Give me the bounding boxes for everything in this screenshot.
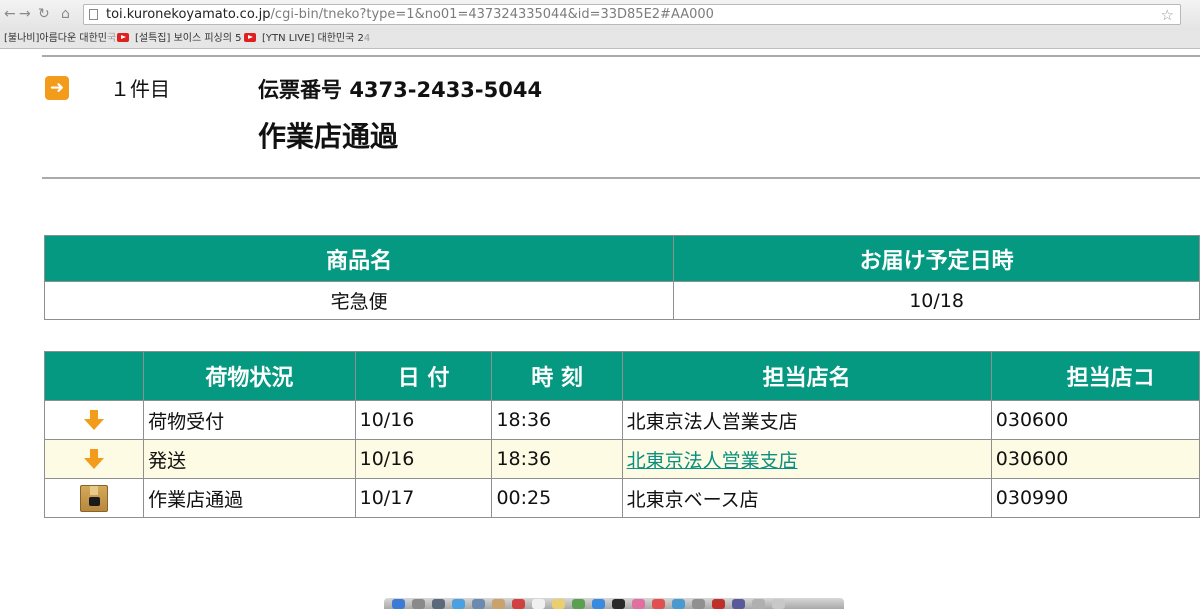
itunes-icon[interactable] [632,599,645,609]
table-row: 作業店通過 10/17 00:25 北東京ベース店 030990 [43,478,1200,518]
row-time: 18:36 [491,400,623,440]
row-store-code: 030600 [990,400,1200,440]
row-store-code: 030600 [990,439,1200,479]
notes-icon[interactable] [532,599,545,609]
calendar-icon[interactable] [512,599,525,609]
top-divider [42,55,1200,57]
mail-icon[interactable] [472,599,485,609]
mid-divider [42,177,1200,179]
row-icon-cell [43,478,145,518]
bookmark-item[interactable]: [YTN LIVE] 대한민국 24 [244,32,370,45]
mission-control-icon[interactable] [432,599,445,609]
row-store: 北東京ベース店 [621,478,992,518]
bookmark-star-icon[interactable]: ☆ [1161,6,1174,24]
photo-booth-icon[interactable] [612,599,625,609]
row-date: 10/17 [354,478,493,518]
dock [384,598,844,609]
youtube-icon [244,33,256,42]
bookmark-label: [불나비]아름다운 대한민 [4,33,107,44]
home-icon[interactable]: ⌂ [61,6,70,22]
facetime-icon[interactable] [592,599,605,609]
package-box-icon [80,484,109,512]
address-bar[interactable]: toi.kuronekoyamato.co.jp/cgi-bin/tneko?t… [83,4,1181,25]
header-status: 荷物状況 [143,351,356,401]
slip-number: 4373-2433-5044 [349,78,543,102]
delivery-date: 10/18 [673,281,1200,320]
bookmark-item[interactable]: [불나비]아름다운 대한민국 [4,32,116,45]
header-store-code: 担当店コ [990,351,1200,401]
finder-icon[interactable] [392,599,405,609]
row-status: 荷物受付 [143,400,356,440]
youtube-icon [117,33,129,42]
ibooks-icon[interactable] [652,599,665,609]
table-row: 荷物受付 10/16 18:36 北東京法人営業支店 030600 [43,400,1200,440]
row-date: 10/16 [354,400,493,440]
url-path: /cgi-bin/tneko?type=1&no01=437324335044&… [270,7,714,22]
row-icon-cell [43,400,145,440]
browser-toolbar: ← → ↻ ⌂ toi.kuronekoyamato.co.jp/cgi-bin… [0,0,1200,31]
header-time: 時 刻 [491,351,623,401]
reload-icon[interactable]: ↻ [38,6,50,22]
row-store-cell: 北東京法人営業支店 [621,439,992,479]
messages-icon[interactable] [572,599,585,609]
row-icon-cell [43,439,145,479]
launchpad-icon[interactable] [412,599,425,609]
forward-arrow-icon[interactable]: → [19,6,31,22]
bookmark-label-fade: 4 [363,33,371,44]
slip-label: 伝票番号 [258,78,342,102]
summary-header-row: 商品名 お届け予定日時 [43,235,1200,282]
app-icon[interactable] [732,599,745,609]
bookmark-label: [YTN LIVE] 대한민국 2 [262,33,364,44]
url-host: toi.kuronekoyamato.co.jp [106,7,271,22]
status-header-row: 荷物状況 日 付 時 刻 担当店名 担当店コ [43,351,1200,401]
header-delivery-date: お届け予定日時 [673,235,1200,282]
stickies-icon[interactable] [552,599,565,609]
bookmark-label: [설특집] 보이스 피싱의 5 [135,33,242,44]
slip-number-line: 伝票番号 4373-2433-5044 [258,76,542,104]
bookmark-label-fade: 국 [106,33,117,44]
page-icon [89,9,98,20]
header-icon [43,351,145,401]
right-arrow-icon: ➜ [45,76,69,100]
store-link[interactable]: 北東京法人営業支店 [627,450,798,472]
row-status: 作業店通過 [143,478,356,518]
trash-icon[interactable] [772,599,785,609]
row-store-code: 030990 [990,478,1200,518]
back-arrow-icon[interactable]: ← [4,6,16,22]
table-row: 発送 10/16 18:36 北東京法人営業支店 030600 [43,439,1200,479]
contacts-icon[interactable] [492,599,505,609]
safari-icon[interactable] [452,599,465,609]
product-name: 宅急便 [43,281,675,320]
row-time: 18:36 [491,439,623,479]
header-date: 日 付 [354,351,493,401]
system-preferences-icon[interactable] [692,599,705,609]
header-store-name: 担当店名 [621,351,992,401]
item-count: １件目 [110,77,170,101]
bookmarks-bar: [불나비]아름다운 대한민국 [설특집] 보이스 피싱의 5 [YTN LIVE… [0,30,1200,49]
down-arrow-icon [84,449,105,470]
downloads-icon[interactable] [752,599,765,609]
status-table: 荷物状況 日 付 時 刻 担当店名 担当店コ 荷物受付 10/16 18:36 … [43,351,1200,518]
chrome-icon[interactable] [712,599,725,609]
row-time: 00:25 [491,478,623,518]
url-text[interactable]: toi.kuronekoyamato.co.jp/cgi-bin/tneko?t… [106,7,714,23]
header-product-name: 商品名 [43,235,675,282]
row-store: 北東京法人営業支店 [621,400,992,440]
row-date: 10/16 [354,439,493,479]
row-status: 発送 [143,439,356,479]
bookmark-item[interactable]: [설특집] 보이스 피싱의 5 [117,32,242,45]
status-title: 作業店通過 [258,120,399,153]
summary-table: 商品名 お届け予定日時 宅急便 10/18 [43,235,1200,320]
summary-row: 宅急便 10/18 [43,281,1200,320]
app-store-icon[interactable] [672,599,685,609]
down-arrow-icon [84,410,105,431]
